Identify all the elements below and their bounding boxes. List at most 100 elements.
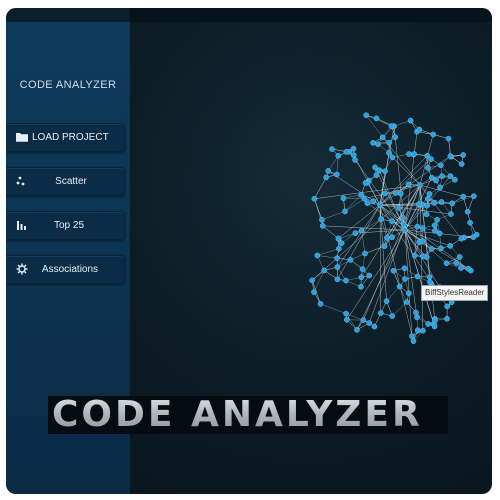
graph-node[interactable] (414, 314, 420, 321)
graph-node[interactable] (431, 323, 438, 330)
graph-node[interactable] (389, 234, 395, 240)
graph-node[interactable] (404, 299, 410, 305)
graph-node[interactable] (379, 134, 386, 141)
graph-node[interactable] (438, 162, 444, 169)
graph-node[interactable] (447, 243, 454, 249)
graph-node[interactable] (317, 301, 324, 307)
graph-node[interactable] (460, 152, 466, 158)
graph-node[interactable] (452, 176, 458, 183)
graph-node[interactable] (405, 181, 412, 188)
graph-node[interactable] (340, 195, 347, 202)
graph-node[interactable] (352, 157, 358, 163)
graph-node[interactable] (396, 205, 402, 211)
graph-node[interactable] (402, 227, 408, 233)
graph-node[interactable] (390, 267, 397, 274)
graph-node[interactable] (334, 276, 341, 283)
associations-button[interactable]: Associations (6, 255, 125, 284)
graph-node[interactable] (443, 260, 450, 267)
graph-node[interactable] (419, 225, 426, 231)
graph-node[interactable] (467, 219, 473, 226)
graph-node[interactable] (401, 265, 408, 272)
graph-node[interactable] (373, 172, 380, 178)
graph-node[interactable] (401, 221, 407, 228)
graph-node[interactable] (309, 277, 315, 284)
graph-node[interactable] (363, 112, 369, 118)
graph-node[interactable] (471, 193, 477, 199)
graph-node[interactable] (402, 276, 408, 282)
graph-node[interactable] (344, 316, 350, 323)
graph-node[interactable] (370, 198, 377, 204)
graph-node[interactable] (384, 234, 390, 241)
graph-node[interactable] (425, 321, 431, 327)
graph-node[interactable] (359, 266, 366, 272)
graph-node[interactable] (424, 202, 430, 209)
graph-node[interactable] (465, 265, 472, 272)
graph-node[interactable] (414, 223, 421, 230)
graph-node[interactable] (358, 227, 365, 234)
graph-node[interactable] (389, 154, 396, 161)
graph-node[interactable] (319, 223, 326, 229)
scatter-button[interactable]: Scatter (6, 167, 125, 196)
graph-node[interactable] (406, 290, 412, 297)
graph-node[interactable] (419, 238, 426, 244)
graph-node[interactable] (424, 195, 431, 202)
graph-node[interactable] (334, 255, 340, 261)
graph-node[interactable] (411, 151, 417, 157)
graph-node[interactable] (425, 164, 431, 171)
graph-node[interactable] (420, 253, 426, 260)
graph-node[interactable] (437, 184, 443, 191)
graph-node[interactable] (372, 164, 378, 171)
top-25-button[interactable]: Top 25 (6, 211, 125, 240)
graph-node[interactable] (464, 208, 471, 215)
graph-node[interactable] (392, 190, 399, 196)
graph-node[interactable] (392, 134, 399, 141)
graph-node[interactable] (417, 182, 423, 188)
graph-node[interactable] (415, 327, 421, 333)
graph-node[interactable] (375, 141, 381, 148)
graph-node[interactable] (343, 310, 349, 317)
graph-node[interactable] (396, 283, 403, 290)
graph-node[interactable] (336, 245, 342, 252)
graph-node[interactable] (416, 126, 423, 133)
graph-node[interactable] (342, 208, 348, 215)
graph-node[interactable] (432, 228, 438, 234)
graph-node[interactable] (473, 231, 480, 238)
graph-node[interactable] (362, 180, 369, 186)
graph-node[interactable] (386, 150, 392, 156)
graph-node[interactable] (352, 230, 359, 236)
graph-node[interactable] (383, 298, 390, 304)
graph-node[interactable] (371, 323, 378, 330)
dependency-graph[interactable] (280, 90, 490, 360)
graph-node[interactable] (400, 214, 406, 221)
graph-node[interactable] (444, 315, 450, 322)
graph-node[interactable] (438, 199, 445, 205)
graph-node[interactable] (444, 303, 451, 310)
graph-node[interactable] (427, 279, 433, 285)
graph-node[interactable] (314, 252, 321, 259)
graph-node[interactable] (343, 277, 349, 284)
graph-node[interactable] (428, 174, 435, 181)
graph-node[interactable] (423, 211, 430, 218)
graph-node[interactable] (458, 265, 464, 271)
graph-node[interactable] (381, 243, 388, 249)
graph-node[interactable] (460, 193, 467, 200)
graph-node[interactable] (431, 222, 438, 229)
graph-node[interactable] (413, 309, 419, 316)
graph-node[interactable] (414, 273, 421, 280)
graph-node[interactable] (456, 254, 463, 260)
graph-node[interactable] (386, 139, 392, 146)
graph-node[interactable] (410, 338, 417, 344)
graph-node[interactable] (416, 201, 422, 207)
graph-node[interactable] (382, 168, 388, 175)
graph-node[interactable] (358, 283, 364, 290)
graph-node[interactable] (329, 146, 335, 152)
graph-node[interactable] (447, 173, 454, 179)
graph-node[interactable] (334, 264, 341, 270)
graph-node[interactable] (426, 191, 433, 197)
graph-node[interactable] (411, 252, 418, 259)
graph-node[interactable] (319, 216, 325, 223)
graph-node[interactable] (338, 240, 345, 246)
graph-node[interactable] (438, 245, 444, 252)
graph-node[interactable] (420, 327, 426, 334)
graph-node[interactable] (311, 195, 318, 202)
